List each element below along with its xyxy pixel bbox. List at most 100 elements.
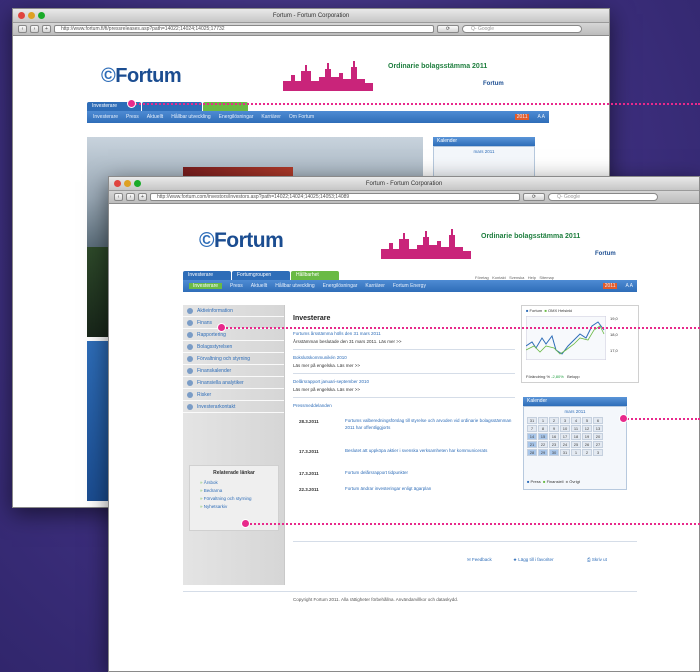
minimize-window-icon[interactable] [124,180,131,187]
nav-investerare[interactable]: Investerare [93,114,118,120]
nav-press[interactable]: Press [126,114,139,120]
sidebar-item-aktieinformation[interactable]: Aktieinformation [183,305,284,317]
reload-button[interactable]: ⟳ [523,193,545,201]
calendar-day[interactable]: 2 [549,417,559,424]
sidebar-item-investerarkontakt[interactable]: Investerarkontakt [183,401,284,413]
feedback-link[interactable]: ✉ Feedback [467,557,492,563]
window-controls[interactable] [114,180,141,187]
calendar-day[interactable]: 10 [560,425,570,432]
calendar-day[interactable]: 28 [527,449,537,456]
calendar-day[interactable]: 6 [593,417,603,424]
search-field[interactable]: Q- Google [462,25,582,33]
calendar-day[interactable]: 20 [593,433,603,440]
related-link[interactable]: Bedrarna [200,488,274,493]
sidebar-item-bolagsstyrelsen[interactable]: Bolagsstyrelsen [183,341,284,353]
tab-hallbarhet[interactable]: Hållbarhet [291,271,339,280]
nav-energi[interactable]: Energilösningar [323,283,358,289]
related-link[interactable]: Förvaltning och styrning [200,496,274,501]
calendar-day[interactable]: 30 [549,449,559,456]
calendar-day[interactable]: 15 [538,433,548,440]
calendar-day[interactable]: 26 [582,441,592,448]
nav-energi[interactable]: Energilösningar [219,114,254,120]
back-button[interactable]: ‹ [18,25,27,33]
calendar-day[interactable]: 9 [549,425,559,432]
calendar-day[interactable]: 1 [571,449,581,456]
window-controls[interactable] [18,12,45,19]
nav-karriarer[interactable]: Karriärer [261,114,280,120]
calendar-day[interactable]: 29 [538,449,548,456]
nav-press[interactable]: Press [230,283,243,289]
nav-hallbar[interactable]: Hållbar utveckling [275,283,314,289]
calendar-day[interactable]: 3 [593,449,603,456]
press-heading[interactable]: Pressmeddelanden [293,403,332,408]
zoom-window-icon[interactable] [134,180,141,187]
calendar-day[interactable]: 24 [560,441,570,448]
back-calendar-month[interactable]: mars 2011 [434,149,534,154]
add-favorites-link[interactable]: ★ Lägg till i favoriter [513,557,554,563]
press-link[interactable]: Beslutet att uppköpa aktier i svenska ve… [345,447,515,454]
calendar-day[interactable]: 19 [582,433,592,440]
forward-button[interactable]: › [126,193,135,201]
calendar-day[interactable]: 2 [582,449,592,456]
calendar-day[interactable]: 5 [582,417,592,424]
nav-aktuellt[interactable]: Aktuellt [251,283,267,289]
text-size-icon[interactable]: A A [537,114,545,120]
related-link[interactable]: Årsbok [200,480,274,485]
minimize-window-icon[interactable] [28,12,35,19]
sidebar-item-risker[interactable]: Risker [183,389,284,401]
calendar-day[interactable]: 21 [527,441,537,448]
calendar-day[interactable]: 16 [549,433,559,440]
press-link[interactable]: Fortum delårsrapport tidpunkter [345,469,515,476]
calendar-day[interactable]: 31 [560,449,570,456]
zoom-window-icon[interactable] [38,12,45,19]
calendar-day[interactable]: 8 [538,425,548,432]
nav-aktuellt[interactable]: Aktuellt [147,114,163,120]
close-window-icon[interactable] [18,12,25,19]
print-link[interactable]: ⎙ Skriv ut [587,557,607,562]
search-field[interactable]: Q- Google [548,193,658,201]
address-bar[interactable]: http://www.fortum.fi/fi/pressreleases.as… [54,25,434,33]
reload-button[interactable]: ⟳ [437,25,459,33]
forward-button[interactable]: › [30,25,39,33]
close-window-icon[interactable] [114,180,121,187]
tab-fortumgroupen[interactable]: Fortumgroupen [232,271,290,280]
calendar-day[interactable]: 13 [593,425,603,432]
press-link[interactable]: Fortums valberedningsförslag till styrel… [345,417,515,431]
calendar-day[interactable]: 23 [549,441,559,448]
text-size-icon[interactable]: A A [625,283,633,289]
sidebar-item-finanskalender[interactable]: Finanskalender [183,365,284,377]
sidebar-item-forvaltning[interactable]: Förvaltning och styrning [183,353,284,365]
news-title[interactable]: Bokslutskommunikén 2010 [293,355,347,360]
sidebar-item-analytiker[interactable]: Finansiella analytiker [183,377,284,389]
calendar-day[interactable]: 22 [538,441,548,448]
add-bookmark-button[interactable]: + [42,25,51,33]
front-browser-window[interactable]: Fortum - Fortum Corporation ‹ › + http:/… [108,176,700,672]
press-link[interactable]: Fortum ändrar investeringar enligt ägarp… [345,485,515,492]
calendar-day[interactable]: 25 [571,441,581,448]
calendar-month[interactable]: mars 2011 [524,409,626,414]
tab-investerare[interactable]: Investerare [183,271,231,280]
share-price-widget[interactable]: ■ Fortum ■ OMX Helsinki 19,0 18,0 17,0 F… [521,305,639,383]
calendar-day[interactable]: 3 [560,417,570,424]
news-title[interactable]: Fortums årsstämma hölls den 31 mars 2011 [293,331,381,336]
address-bar[interactable]: http://www.fortum.com/investors/investor… [150,193,520,201]
nav-hallbar[interactable]: Hållbar utveckling [171,114,210,120]
calendar-day[interactable]: 11 [571,425,581,432]
fortum-logo[interactable]: ©Fortum [199,229,284,253]
calendar-day[interactable]: 12 [582,425,592,432]
calendar-day[interactable]: 18 [571,433,581,440]
nav-investerare[interactable]: Investerare [189,283,223,289]
nav-om[interactable]: Om Fortum [289,114,314,120]
sidebar-item-rapportering[interactable]: Rapportering [183,329,284,341]
fortum-logo[interactable]: ©Fortum [101,65,182,88]
calendar-day[interactable]: 17 [560,433,570,440]
nav-karriarer[interactable]: Karriärer [365,283,384,289]
calendar-day[interactable]: 14 [527,433,537,440]
add-bookmark-button[interactable]: + [138,193,147,201]
nav-fortum-energy[interactable]: Fortum Energy [393,283,426,289]
back-button[interactable]: ‹ [114,193,123,201]
calendar-day[interactable]: 27 [593,441,603,448]
calendar-day[interactable]: 7 [527,425,537,432]
calendar-day[interactable]: 4 [571,417,581,424]
calendar-day[interactable]: 31 [527,417,537,424]
